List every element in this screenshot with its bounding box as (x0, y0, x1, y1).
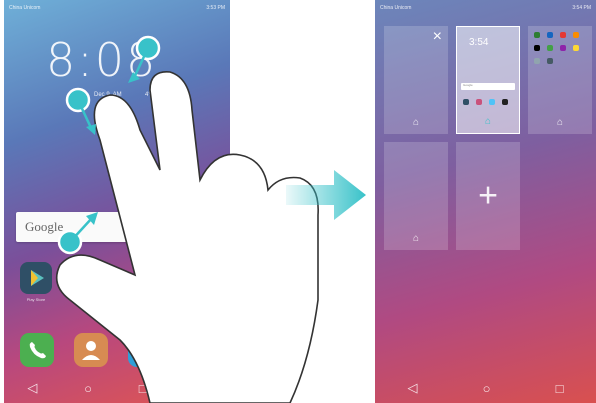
home-screen-tile-selected[interactable]: 3:54 Google ⌂ (456, 26, 520, 134)
app-icon (560, 32, 566, 38)
edit-home-screen: China Unicom 3:54 PM × ⌂ 3:54 Google ⌂ ⌂… (375, 0, 596, 403)
app-icon (560, 45, 566, 51)
status-time: 3:54 PM (572, 5, 591, 11)
play-store-icon (463, 99, 469, 105)
app-icon (547, 32, 553, 38)
add-icon[interactable]: + (478, 177, 498, 216)
app-icon (573, 45, 579, 51)
themes-icon (476, 99, 482, 105)
home-screen-tile[interactable]: ⌂ (384, 142, 448, 250)
weather-icon (489, 99, 495, 105)
navigation-bar: ◁ ○ □ (375, 373, 596, 403)
recent-apps-icon[interactable]: □ (556, 381, 564, 396)
hand-shape (55, 71, 319, 403)
tile-clock: 3:54 (469, 37, 489, 48)
home-icon[interactable]: ⌂ (413, 117, 419, 128)
app-icon (573, 32, 579, 38)
add-screen-tile[interactable]: + (456, 142, 520, 250)
back-icon[interactable]: ◁ (408, 380, 418, 396)
transition-arrow-icon (286, 170, 366, 220)
status-bar: China Unicom 3:54 PM (375, 0, 596, 16)
carrier-label: China Unicom (380, 5, 412, 11)
camera-icon (502, 99, 508, 105)
close-icon[interactable]: × (433, 28, 442, 46)
touch-point-2 (65, 87, 96, 135)
app-icon (534, 58, 540, 64)
tile-search-widget: Google (461, 83, 515, 90)
app-icon (534, 32, 540, 38)
home-icon[interactable]: ⌂ (413, 233, 419, 244)
home-screen-tile[interactable]: × ⌂ (384, 26, 448, 134)
home-icon[interactable]: ○ (483, 381, 491, 396)
home-icon[interactable]: ⌂ (557, 117, 563, 128)
app-icon (547, 45, 553, 51)
home-icon-default[interactable]: ⌂ (485, 116, 491, 127)
home-screen-tile[interactable]: ⌂ (528, 26, 592, 134)
app-icon (534, 45, 540, 51)
app-icon (547, 58, 553, 64)
touch-point-3 (57, 212, 98, 255)
